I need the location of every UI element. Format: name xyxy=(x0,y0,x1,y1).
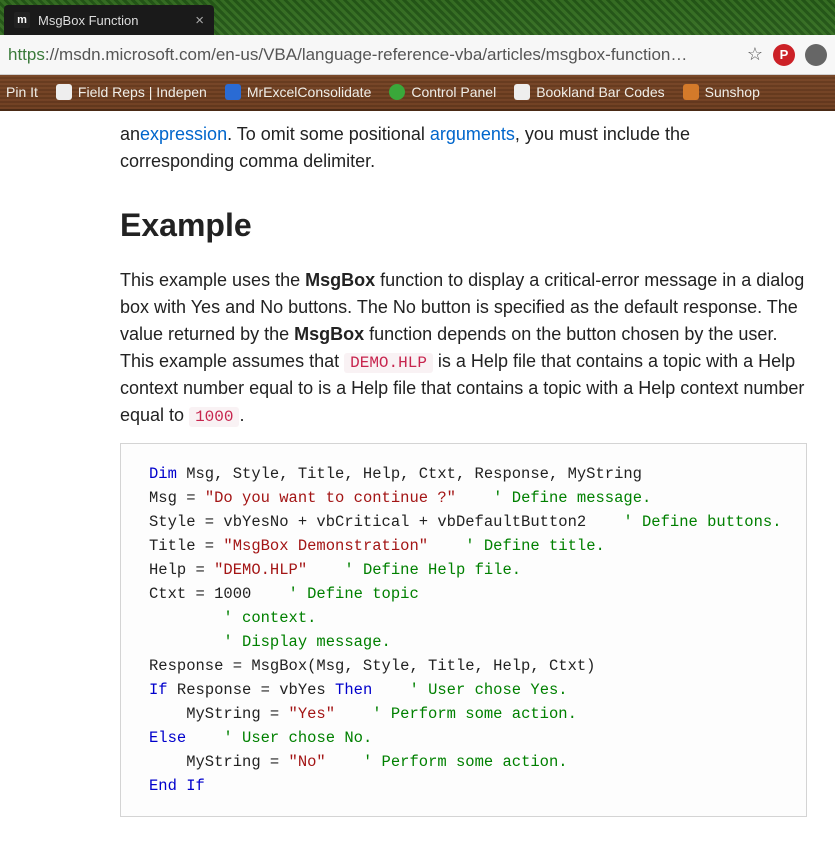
url-path: ://msdn.microsoft.com/en-us/VBA/language… xyxy=(45,45,688,64)
inline-code: 1000 xyxy=(189,407,239,427)
code-block: Dim Msg, Style, Title, Help, Ctxt, Respo… xyxy=(120,443,807,817)
code-text: Help = xyxy=(149,561,214,579)
code-keyword: End If xyxy=(149,777,205,795)
bookmark-label: MrExcelConsolidate xyxy=(247,84,372,100)
bookmark-label: Bookland Bar Codes xyxy=(536,84,664,100)
code-string: "No" xyxy=(289,753,326,771)
bookmark-sunshop[interactable]: Sunshop xyxy=(683,84,760,100)
code-string: "Do you want to continue ?" xyxy=(205,489,456,507)
code-keyword: Dim xyxy=(149,465,177,483)
code-comment: ' Define topic xyxy=(289,585,419,603)
browser-tab[interactable]: m MsgBox Function × xyxy=(4,5,214,35)
page-favicon: m xyxy=(14,12,30,28)
code-text: Style = vbYesNo + vbCritical + vbDefault… xyxy=(149,513,623,531)
example-paragraph: This example uses the MsgBox function to… xyxy=(120,267,807,429)
page-icon xyxy=(56,84,72,100)
pinterest-icon[interactable]: P xyxy=(773,44,795,66)
bookmark-field-reps[interactable]: Field Reps | Indepen xyxy=(56,84,207,100)
link-arguments[interactable]: arguments xyxy=(430,124,515,144)
text: . xyxy=(239,405,244,425)
bookmark-label: Sunshop xyxy=(705,84,760,100)
code-text: Response = vbYes xyxy=(168,681,335,699)
bookmark-label: Control Panel xyxy=(411,84,496,100)
text: This example uses the xyxy=(120,270,305,290)
code-string: "DEMO.HLP" xyxy=(214,561,307,579)
extension-icon[interactable] xyxy=(805,44,827,66)
code-text: Title = xyxy=(149,537,223,555)
code-keyword: Then xyxy=(335,681,372,699)
code-keyword: Else xyxy=(149,729,186,747)
bookmark-mrexcel[interactable]: MrExcelConsolidate xyxy=(225,84,372,100)
code-text: MyString = xyxy=(149,753,289,771)
code-comment: ' Define title. xyxy=(428,537,605,555)
close-icon[interactable]: × xyxy=(195,12,204,29)
address-bar: https://msdn.microsoft.com/en-us/VBA/lan… xyxy=(0,35,835,75)
code-text: Ctxt = 1000 xyxy=(149,585,289,603)
url-scheme: https xyxy=(8,45,45,64)
bookmark-pin-it[interactable]: Pin It xyxy=(6,84,38,100)
bold-text: MsgBox xyxy=(294,324,364,344)
code-comment: ' Define buttons. xyxy=(623,513,781,531)
code-comment: ' User chose No. xyxy=(186,729,372,747)
bookmark-bookland[interactable]: Bookland Bar Codes xyxy=(514,84,664,100)
page-icon xyxy=(514,84,530,100)
bookmark-label: Field Reps | Indepen xyxy=(78,84,207,100)
page-icon xyxy=(389,84,405,100)
tab-title: MsgBox Function xyxy=(38,13,187,28)
code-text: Response = MsgBox(Msg, Style, Title, Hel… xyxy=(149,657,595,675)
page-icon xyxy=(683,84,699,100)
code-comment: ' Perform some action. xyxy=(326,753,568,771)
page-content: anexpression. To omit some positional ar… xyxy=(0,111,835,841)
code-string: "MsgBox Demonstration" xyxy=(223,537,428,555)
code-string: "Yes" xyxy=(289,705,336,723)
code-comment: ' Display message. xyxy=(149,633,391,651)
page-icon xyxy=(225,84,241,100)
bookmarks-bar: Pin It Field Reps | Indepen MrExcelConso… xyxy=(0,75,835,111)
browser-tab-strip: m MsgBox Function × xyxy=(0,0,835,35)
inline-code: DEMO.HLP xyxy=(344,353,433,373)
code-comment: ' Perform some action. xyxy=(335,705,577,723)
url-display[interactable]: https://msdn.microsoft.com/en-us/VBA/lan… xyxy=(8,45,737,65)
code-comment: ' Define Help file. xyxy=(307,561,521,579)
code-comment: ' User chose Yes. xyxy=(372,681,567,699)
code-text: Msg = xyxy=(149,489,205,507)
code-comment: ' Define message. xyxy=(456,489,651,507)
code-keyword: If xyxy=(149,681,168,699)
section-heading: Example xyxy=(120,201,807,249)
bookmark-star-icon[interactable]: ☆ xyxy=(747,44,763,65)
bookmark-label: Pin It xyxy=(6,84,38,100)
code-text: Msg, Style, Title, Help, Ctxt, Response,… xyxy=(177,465,642,483)
bold-text: MsgBox xyxy=(305,270,375,290)
intro-paragraph: anexpression. To omit some positional ar… xyxy=(120,121,807,175)
link-expression[interactable]: expression xyxy=(140,124,227,144)
text: . To omit some positional xyxy=(227,124,430,144)
bookmark-control-panel[interactable]: Control Panel xyxy=(389,84,496,100)
code-text: MyString = xyxy=(149,705,289,723)
code-comment: ' context. xyxy=(149,609,316,627)
text: an xyxy=(120,124,140,144)
